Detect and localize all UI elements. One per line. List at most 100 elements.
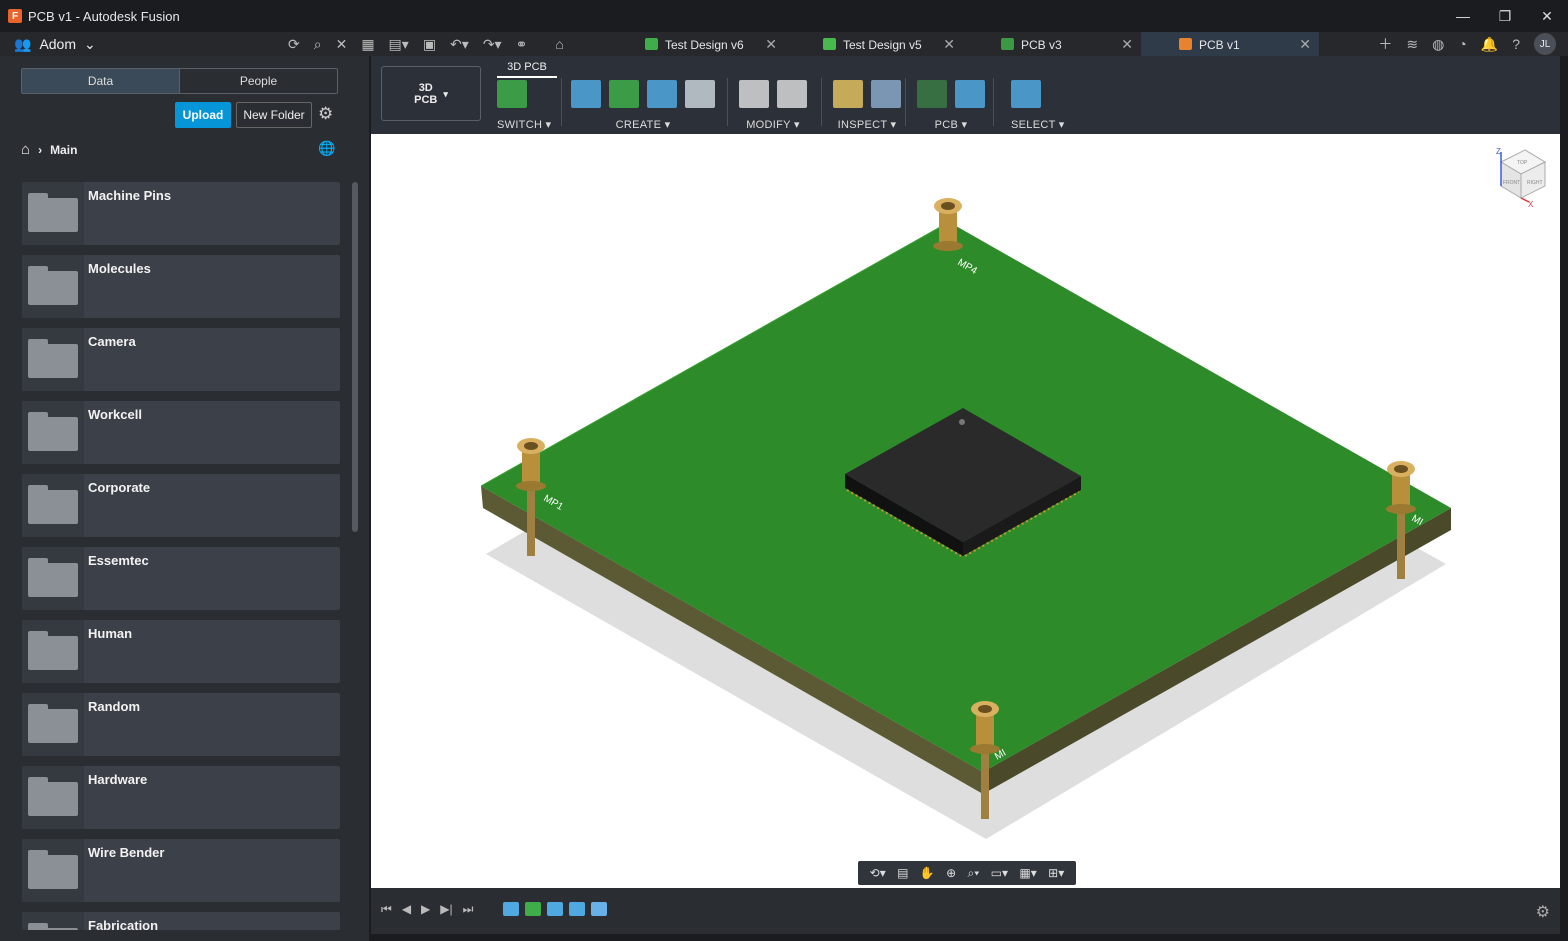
redo-icon[interactable]: ↷▾ xyxy=(483,36,502,53)
list-item[interactable]: Hardware xyxy=(22,766,340,829)
tool-icon[interactable] xyxy=(1011,80,1041,108)
close-tab-icon[interactable]: ✕ xyxy=(1299,36,1311,53)
toolbar-group-label[interactable]: CREATE ▾ xyxy=(571,118,715,131)
tab-label: PCB v3 xyxy=(1021,38,1062,52)
tab-people[interactable]: People xyxy=(179,69,337,93)
minimize-button[interactable]: — xyxy=(1442,0,1484,32)
tool-icon[interactable] xyxy=(497,80,527,108)
go-to-end-icon[interactable]: ⏭ xyxy=(463,902,474,917)
timeline-feature-image[interactable] xyxy=(547,902,563,916)
viewports-icon[interactable]: ⊞▾ xyxy=(1048,866,1064,880)
restore-button[interactable]: ❐ xyxy=(1484,0,1526,32)
step-forward-icon[interactable]: ▶| xyxy=(440,902,452,917)
new-folder-button[interactable]: New Folder xyxy=(236,102,312,128)
timeline-feature-component[interactable] xyxy=(591,902,607,916)
orbit-icon[interactable]: ⟲▾ xyxy=(870,866,886,880)
undo-icon[interactable]: ↶▾ xyxy=(450,36,469,53)
list-item[interactable]: Workcell xyxy=(22,401,340,464)
avatar[interactable]: JL xyxy=(1534,33,1556,55)
go-to-start-icon[interactable]: ⏮ xyxy=(381,902,392,917)
close-tab-icon[interactable]: ✕ xyxy=(765,36,777,53)
help-icon[interactable]: ? xyxy=(1512,36,1520,52)
tool-icon[interactable] xyxy=(871,80,901,108)
close-tab-icon[interactable]: ✕ xyxy=(1121,36,1133,53)
tool-icon[interactable] xyxy=(917,80,947,108)
fit-icon[interactable]: ⌕▾ xyxy=(968,866,980,881)
list-item[interactable]: Molecules xyxy=(22,255,340,318)
tool-icon[interactable] xyxy=(571,80,601,108)
online-status-icon[interactable]: ◍ xyxy=(1432,36,1444,53)
upload-button[interactable]: Upload xyxy=(175,102,231,128)
file-menu-icon[interactable]: ▤▾ xyxy=(389,36,409,53)
tool-icon[interactable] xyxy=(739,80,769,108)
grid-icon[interactable]: ▦▾ xyxy=(1019,866,1036,880)
close-panel-icon[interactable]: ✕ xyxy=(336,36,348,53)
timeline-feature-sketch[interactable] xyxy=(503,902,519,916)
tool-icon[interactable] xyxy=(777,80,807,108)
toolbar-group-label[interactable]: MODIFY ▾ xyxy=(739,118,807,131)
refresh-icon[interactable]: ⟳ xyxy=(288,36,300,53)
scrollbar[interactable] xyxy=(352,182,358,532)
timeline-settings-icon[interactable]: ⚙ xyxy=(1536,902,1550,922)
folder-name: Fabrication xyxy=(88,918,159,930)
list-item[interactable]: Corporate xyxy=(22,474,340,537)
tab-test-design-v6[interactable]: Test Design v6 ✕ xyxy=(607,32,785,58)
tab-pcb-v3[interactable]: PCB v3 ✕ xyxy=(963,32,1141,58)
apps-grid-icon[interactable]: ▦ xyxy=(361,36,374,53)
cube-top-label: TOP xyxy=(1517,160,1528,166)
home-tab-icon[interactable]: ⌂ xyxy=(555,36,563,52)
new-tab-icon[interactable]: ＋ xyxy=(1378,34,1392,54)
pin-mp4 xyxy=(933,198,963,251)
notifications-icon[interactable]: 🔔 xyxy=(1481,36,1498,53)
list-item[interactable]: Random xyxy=(22,693,340,756)
tool-icon[interactable] xyxy=(955,80,985,108)
search-icon[interactable]: ⌕ xyxy=(314,36,322,53)
zoom-icon[interactable]: ⊕ xyxy=(946,866,956,880)
look-at-icon[interactable]: ▤ xyxy=(897,866,908,880)
list-item[interactable]: Camera xyxy=(22,328,340,391)
design-icon xyxy=(823,38,836,50)
list-item[interactable]: Wire Bender xyxy=(22,839,340,902)
toolbar-group-label[interactable]: SELECT ▾ xyxy=(1011,118,1065,131)
toolbar-group-label[interactable]: SWITCH ▾ xyxy=(497,118,551,131)
close-window-button[interactable]: ✕ xyxy=(1526,0,1568,32)
workspace-switcher[interactable]: 3D PCB ▾ xyxy=(381,66,481,121)
tab-test-design-v5[interactable]: Test Design v5 ✕ xyxy=(785,32,963,58)
toolbar-group-3: INSPECT ▾ xyxy=(833,78,901,131)
view-cube[interactable]: Z X TOP FRONT RIGHT xyxy=(1496,147,1547,209)
pan-icon[interactable]: ✋ xyxy=(920,866,935,880)
breadcrumb-main[interactable]: Main xyxy=(50,143,77,157)
globe-icon[interactable]: 🌐 xyxy=(318,140,335,157)
folder-name: Random xyxy=(88,699,140,714)
display-settings-icon[interactable]: ▭▾ xyxy=(991,866,1008,880)
play-icon[interactable]: ▶ xyxy=(421,902,430,917)
tool-icon[interactable] xyxy=(685,80,715,108)
list-item[interactable]: Machine Pins xyxy=(22,182,340,245)
step-back-icon[interactable]: ◀ xyxy=(402,902,411,917)
toolbar-group-4: PCB ▾ xyxy=(917,78,985,131)
home-icon[interactable]: ⌂ xyxy=(21,141,30,158)
team-selector[interactable]: 👥 Adom ⌄ xyxy=(14,36,96,53)
close-tab-icon[interactable]: ✕ xyxy=(943,36,955,53)
toolbar-group-label[interactable]: INSPECT ▾ xyxy=(833,118,901,131)
save-icon[interactable]: ▣ xyxy=(423,36,436,53)
list-item[interactable]: Human xyxy=(22,620,340,683)
tab-pcb-v1[interactable]: PCB v1 ✕ xyxy=(1141,32,1319,58)
timeline-feature-board[interactable] xyxy=(525,902,541,916)
folder-icon xyxy=(28,777,78,816)
3d-viewport[interactable]: MP4 MP1 MI MI Z X TOP FRONT RIGHT xyxy=(371,134,1560,888)
job-status-icon[interactable]: ◔ xyxy=(1458,36,1466,52)
timeline-feature-image[interactable] xyxy=(569,902,585,916)
tab-data[interactable]: Data xyxy=(22,69,179,93)
list-item[interactable]: Fabrication xyxy=(22,912,340,930)
toolbar-divider xyxy=(905,78,906,126)
link-icon[interactable]: ⚭ xyxy=(516,36,528,53)
toolbar-group-label[interactable]: PCB ▾ xyxy=(917,118,985,131)
list-item[interactable]: Essemtec xyxy=(22,547,340,610)
tool-icon[interactable] xyxy=(833,80,863,108)
tool-icon[interactable] xyxy=(609,80,639,108)
tab-3d-pcb[interactable]: 3D PCB xyxy=(497,58,557,78)
tool-icon[interactable] xyxy=(647,80,677,108)
gear-icon[interactable]: ⚙ xyxy=(318,104,333,124)
extensions-icon[interactable]: ≋ xyxy=(1406,36,1418,53)
